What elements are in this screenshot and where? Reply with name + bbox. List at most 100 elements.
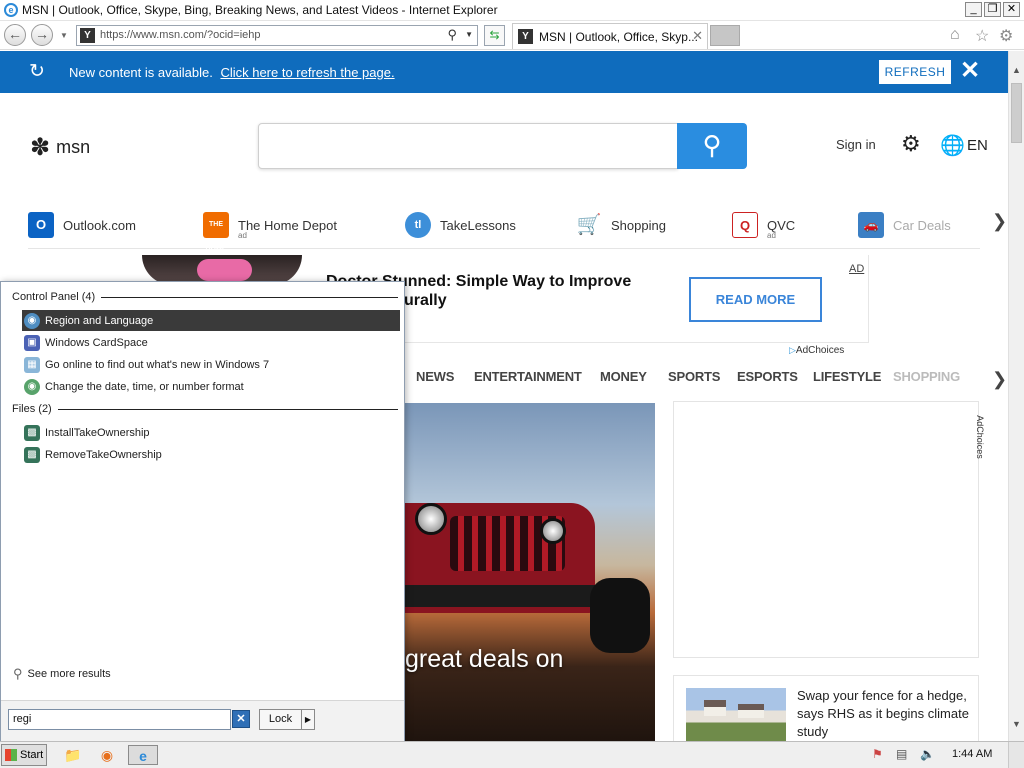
language-selector[interactable]: EN bbox=[967, 137, 988, 154]
tools-gear-icon[interactable]: ⚙ bbox=[999, 26, 1013, 46]
quicklink-qvc[interactable]: Q QVC ad bbox=[732, 209, 795, 241]
hero-headline[interactable]: great deals on bbox=[405, 645, 563, 674]
tab-msn[interactable]: Y MSN | Outlook, Office, Skyp... ✕ bbox=[512, 23, 708, 49]
web-search-input[interactable] bbox=[258, 123, 678, 169]
msn-logo-text: msn bbox=[56, 137, 91, 157]
nav-lifestyle[interactable]: LIFESTYLE bbox=[813, 369, 881, 384]
close-banner-icon[interactable]: ✕ bbox=[960, 56, 980, 85]
scroll-up-icon[interactable]: ▲ bbox=[1012, 65, 1021, 75]
vertical-scrollbar[interactable]: ▲ ▼ bbox=[1008, 51, 1024, 741]
history-dropdown-icon[interactable]: ▼ bbox=[60, 31, 68, 40]
banner-message: New content is available. Click here to … bbox=[69, 65, 395, 80]
favorites-star-icon[interactable]: ☆ bbox=[975, 26, 989, 46]
search-result-install-take-ownership[interactable]: ▩ InstallTakeOwnership bbox=[22, 422, 400, 443]
sign-in-link[interactable]: Sign in bbox=[836, 137, 876, 152]
system-clock[interactable]: 1:44 AM bbox=[952, 748, 992, 760]
search-result-cardspace[interactable]: ▣ Windows CardSpace bbox=[22, 332, 400, 353]
ad-marker: ad bbox=[767, 231, 776, 240]
windows-explorer-icon[interactable]: 📁 bbox=[62, 745, 84, 765]
action-center-icon[interactable]: ⚑ bbox=[872, 747, 883, 761]
quicklink-home-depot[interactable]: THE HOME The Home Depot ad bbox=[203, 209, 337, 254]
search-result-date-time[interactable]: ◉ Change the date, time, or number forma… bbox=[22, 376, 400, 397]
hero-story[interactable]: great deals on bbox=[405, 403, 655, 741]
nav-sports[interactable]: SPORTS bbox=[668, 369, 720, 384]
browser-navbar: ← → ▼ Y https://www.msn.com/?ocid=iehp ⚲… bbox=[0, 21, 1024, 50]
close-window-button[interactable]: ✕ bbox=[1003, 2, 1020, 17]
compatibility-view-button[interactable]: ⇆ bbox=[484, 25, 505, 46]
quicklink-label: TakeLessons bbox=[440, 217, 516, 233]
section-header-files: Files (2) bbox=[12, 403, 398, 415]
registry-file-icon: ▩ bbox=[24, 424, 40, 441]
globe-icon: ◉ bbox=[24, 312, 40, 329]
start-menu: Control Panel (4) ◉ Region and Language … bbox=[0, 281, 405, 742]
firefox-icon[interactable]: ◉ bbox=[96, 745, 118, 765]
msn-butterfly-icon: ✽ bbox=[30, 134, 51, 161]
msn-logo[interactable]: ✽ msn bbox=[30, 133, 90, 162]
msn-favicon-icon: Y bbox=[518, 29, 533, 44]
quicklink-outlook[interactable]: O Outlook.com bbox=[28, 209, 136, 241]
search-icon[interactable]: ⚲ bbox=[447, 27, 457, 43]
ad-label[interactable]: AD bbox=[849, 263, 864, 275]
clear-search-button[interactable]: ✕ bbox=[232, 710, 250, 728]
lock-button[interactable]: Lock bbox=[259, 709, 302, 730]
search-result-region-language[interactable]: ◉ Region and Language bbox=[22, 310, 400, 331]
volume-muted-icon[interactable]: 🔈 bbox=[920, 747, 935, 761]
scroll-down-icon[interactable]: ▼ bbox=[1012, 719, 1021, 729]
nav-entertainment[interactable]: ENTERTAINMENT bbox=[474, 369, 582, 384]
category-nav: NEWS ENTERTAINMENT MONEY SPORTS ESPORTS … bbox=[405, 369, 965, 391]
start-search-input[interactable]: regi bbox=[8, 709, 231, 730]
result-label: InstallTakeOwnership bbox=[45, 426, 150, 439]
home-icon[interactable]: ⌂ bbox=[950, 26, 960, 44]
refresh-button[interactable]: REFRESH bbox=[879, 60, 951, 84]
result-label: Go online to find out what's new in Wind… bbox=[45, 358, 270, 371]
section-title: Files (2) bbox=[12, 403, 52, 415]
start-label: Start bbox=[20, 749, 44, 761]
section-header-control-panel: Control Panel (4) bbox=[12, 291, 398, 303]
read-more-button[interactable]: READ MORE bbox=[689, 277, 822, 322]
address-url[interactable]: https://www.msn.com/?ocid=iehp bbox=[100, 29, 261, 41]
restore-button[interactable]: ❐ bbox=[984, 2, 1001, 17]
nav-news[interactable]: NEWS bbox=[416, 369, 454, 384]
adchoices-link[interactable]: ▷AdChoices bbox=[789, 345, 844, 356]
start-button[interactable]: Start bbox=[1, 744, 47, 766]
adchoices-icon: ▷ bbox=[789, 345, 796, 355]
close-tab-icon[interactable]: ✕ bbox=[692, 28, 703, 44]
takelessons-icon: tl bbox=[405, 212, 431, 238]
address-bar[interactable]: Y https://www.msn.com/?ocid=iehp ⚲ ▼ bbox=[76, 25, 478, 46]
globe-icon[interactable]: 🌐 bbox=[940, 133, 965, 158]
window-title: MSN | Outlook, Office, Skype, Bing, Brea… bbox=[22, 3, 498, 17]
power-options-arrow-icon[interactable]: ▶ bbox=[301, 709, 315, 730]
news-card-headline[interactable]: Swap your fence for a hedge, says RHS as… bbox=[797, 687, 973, 741]
new-tab-button[interactable] bbox=[710, 25, 740, 46]
minimize-button[interactable]: _ bbox=[965, 2, 982, 17]
side-ad-slot[interactable] bbox=[673, 401, 979, 658]
quicklink-shopping[interactable]: 🛒 Shopping bbox=[576, 209, 666, 241]
show-desktop-button[interactable] bbox=[1008, 742, 1024, 768]
quicklinks-bar: O Outlook.com THE HOME The Home Depot ad… bbox=[28, 209, 980, 254]
settings-gear-icon[interactable]: ⚙ bbox=[901, 131, 921, 157]
quicklink-car-deals[interactable]: 🚗 Car Deals bbox=[858, 209, 951, 241]
refresh-link[interactable]: Click here to refresh the page. bbox=[220, 65, 394, 80]
quicklink-label: The Home Depot bbox=[238, 217, 337, 233]
back-button[interactable]: ← bbox=[4, 24, 26, 46]
scroll-thumb[interactable] bbox=[1011, 83, 1022, 143]
search-result-whats-new[interactable]: ▦ Go online to find out what's new in Wi… bbox=[22, 354, 400, 375]
network-icon[interactable]: ▤ bbox=[896, 747, 907, 761]
web-search-button[interactable]: ⚲ bbox=[677, 123, 747, 169]
see-more-label: See more results bbox=[27, 668, 111, 680]
internet-explorer-taskbar-icon[interactable]: e bbox=[128, 745, 158, 765]
adchoices-vertical-link[interactable]: AdChoices bbox=[975, 408, 994, 470]
forward-button[interactable]: → bbox=[31, 24, 53, 46]
see-more-results-link[interactable]: ⚲ See more results bbox=[13, 666, 111, 682]
result-label: Region and Language bbox=[45, 314, 154, 327]
nav-shopping[interactable]: SHOPPING bbox=[893, 369, 960, 384]
search-result-remove-take-ownership[interactable]: ▩ RemoveTakeOwnership bbox=[22, 444, 400, 465]
nav-money[interactable]: MONEY bbox=[600, 369, 647, 384]
category-next-chevron-icon[interactable]: ❯ bbox=[992, 369, 1007, 390]
quicklink-takelessons[interactable]: tl TakeLessons bbox=[405, 209, 516, 241]
home-depot-icon: THE HOME bbox=[203, 212, 229, 254]
news-card[interactable]: Swap your fence for a hedge, says RHS as… bbox=[673, 675, 979, 741]
nav-esports[interactable]: ESPORTS bbox=[737, 369, 798, 384]
quicklinks-next-chevron-icon[interactable]: ❯ bbox=[992, 211, 1007, 232]
address-dropdown-icon[interactable]: ▼ bbox=[465, 30, 473, 39]
